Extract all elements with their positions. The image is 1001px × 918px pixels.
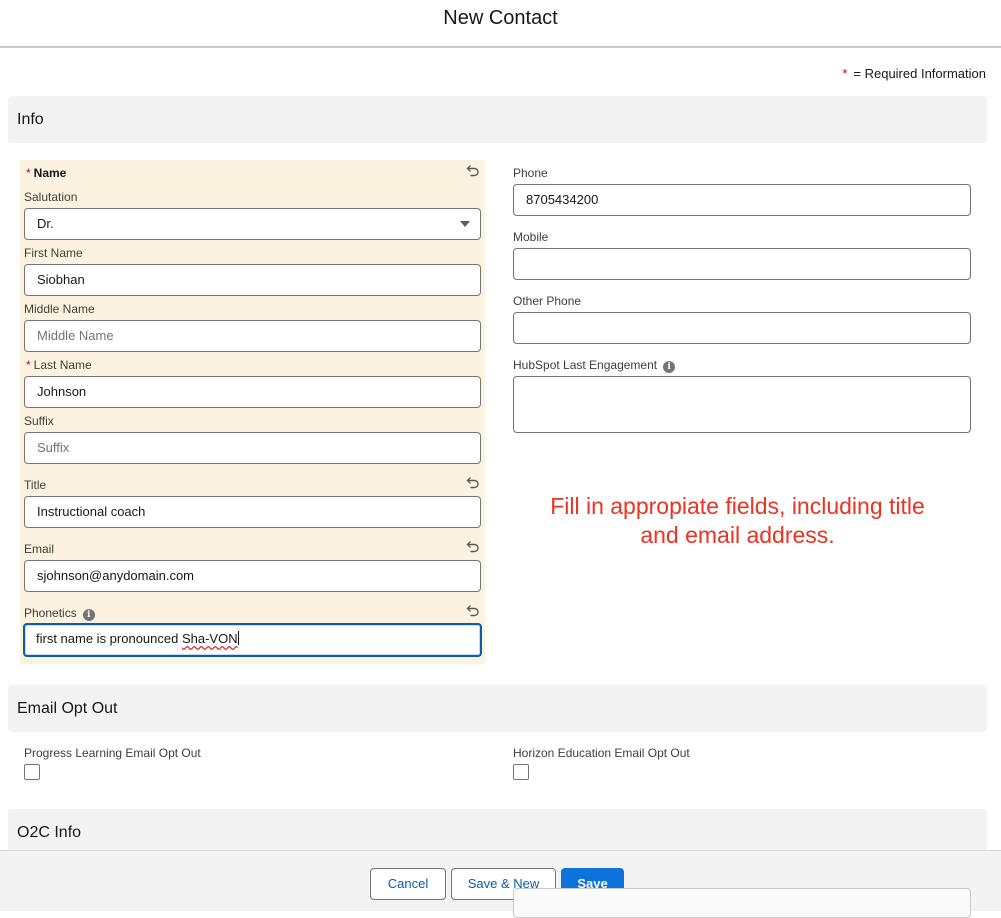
undo-icon[interactable]	[466, 163, 480, 177]
undo-icon[interactable]	[466, 475, 480, 489]
name-label-text: Name	[33, 166, 67, 180]
info-icon[interactable]: i	[663, 361, 676, 373]
page-title: New Contact	[443, 7, 558, 29]
required-star: *	[842, 66, 848, 81]
other-phone-input[interactable]	[513, 312, 971, 344]
phonetics-label: Phonetics i	[24, 606, 95, 621]
phonetics-label-text: Phonetics	[24, 606, 77, 620]
required-star: *	[26, 358, 31, 372]
section-header-info[interactable]: Info	[8, 96, 987, 143]
salutation-select[interactable]: Dr.	[24, 208, 481, 240]
required-star: *	[26, 166, 31, 180]
text-cursor	[237, 631, 239, 645]
section-title-info: Info	[17, 111, 44, 128]
section-title-o2c-info: O2C Info	[17, 824, 82, 841]
annotation-line-1: Fill in appropiate fields, including tit…	[550, 493, 925, 519]
required-info-text: = Required Information	[853, 66, 986, 81]
last-name-label: * Last Name	[26, 358, 92, 372]
mobile-label: Mobile	[513, 230, 549, 244]
phonetics-input[interactable]: first name is pronounced Sha-VON	[23, 623, 482, 657]
email-input[interactable]: sjohnson@anydomain.com	[24, 560, 481, 592]
undo-icon[interactable]	[466, 603, 480, 617]
salutation-value: Dr.	[37, 216, 54, 231]
partially-hidden-field	[513, 888, 971, 918]
suffix-input[interactable]: Suffix	[24, 432, 481, 464]
first-name-label: First Name	[24, 246, 83, 260]
mobile-input[interactable]	[513, 248, 971, 280]
hubspot-label-text: HubSpot Last Engagement	[513, 358, 658, 372]
title-label: Title	[24, 478, 47, 492]
info-icon[interactable]: i	[82, 609, 95, 621]
annotation-line-2: and email address.	[640, 522, 835, 548]
instruction-annotation: Fill in appropiate fields, including tit…	[540, 492, 935, 550]
title-input[interactable]: Instructional coach	[24, 496, 481, 528]
horizon-education-opt-out-label: Horizon Education Email Opt Out	[513, 746, 690, 760]
last-name-label-text: Last Name	[33, 358, 92, 372]
middle-name-label: Middle Name	[24, 302, 95, 316]
chevron-down-icon	[460, 221, 470, 227]
phonetics-value: first name is pronounced	[36, 631, 182, 646]
section-title-email-opt-out: Email Opt Out	[17, 700, 118, 717]
other-phone-label: Other Phone	[513, 294, 582, 308]
last-name-input[interactable]: Johnson	[24, 376, 481, 408]
hubspot-label: HubSpot Last Engagement i	[513, 358, 676, 373]
progress-learning-opt-out-checkbox[interactable]	[24, 764, 40, 780]
horizon-education-opt-out-checkbox[interactable]	[513, 764, 529, 780]
required-info-note: * = Required Information	[842, 66, 986, 81]
suffix-label: Suffix	[24, 414, 54, 428]
modal-header: New Contact	[0, 0, 1001, 48]
salutation-label: Salutation	[24, 190, 78, 204]
section-header-o2c-info[interactable]: O2C Info	[8, 809, 987, 856]
section-header-email-opt-out[interactable]: Email Opt Out	[8, 685, 987, 732]
undo-icon[interactable]	[466, 539, 480, 553]
phone-input[interactable]: 8705434200	[513, 184, 971, 216]
middle-name-input[interactable]: Middle Name	[24, 320, 481, 352]
email-label: Email	[24, 542, 55, 556]
hubspot-textarea[interactable]	[513, 376, 971, 433]
phone-label: Phone	[513, 166, 548, 180]
name-group-label: * Name	[26, 166, 66, 180]
progress-learning-opt-out-label: Progress Learning Email Opt Out	[24, 746, 201, 760]
first-name-input[interactable]: Siobhan	[24, 264, 481, 296]
phonetics-misspelled-word: Sha-VON	[181, 631, 238, 646]
cancel-button[interactable]: Cancel	[370, 868, 446, 900]
